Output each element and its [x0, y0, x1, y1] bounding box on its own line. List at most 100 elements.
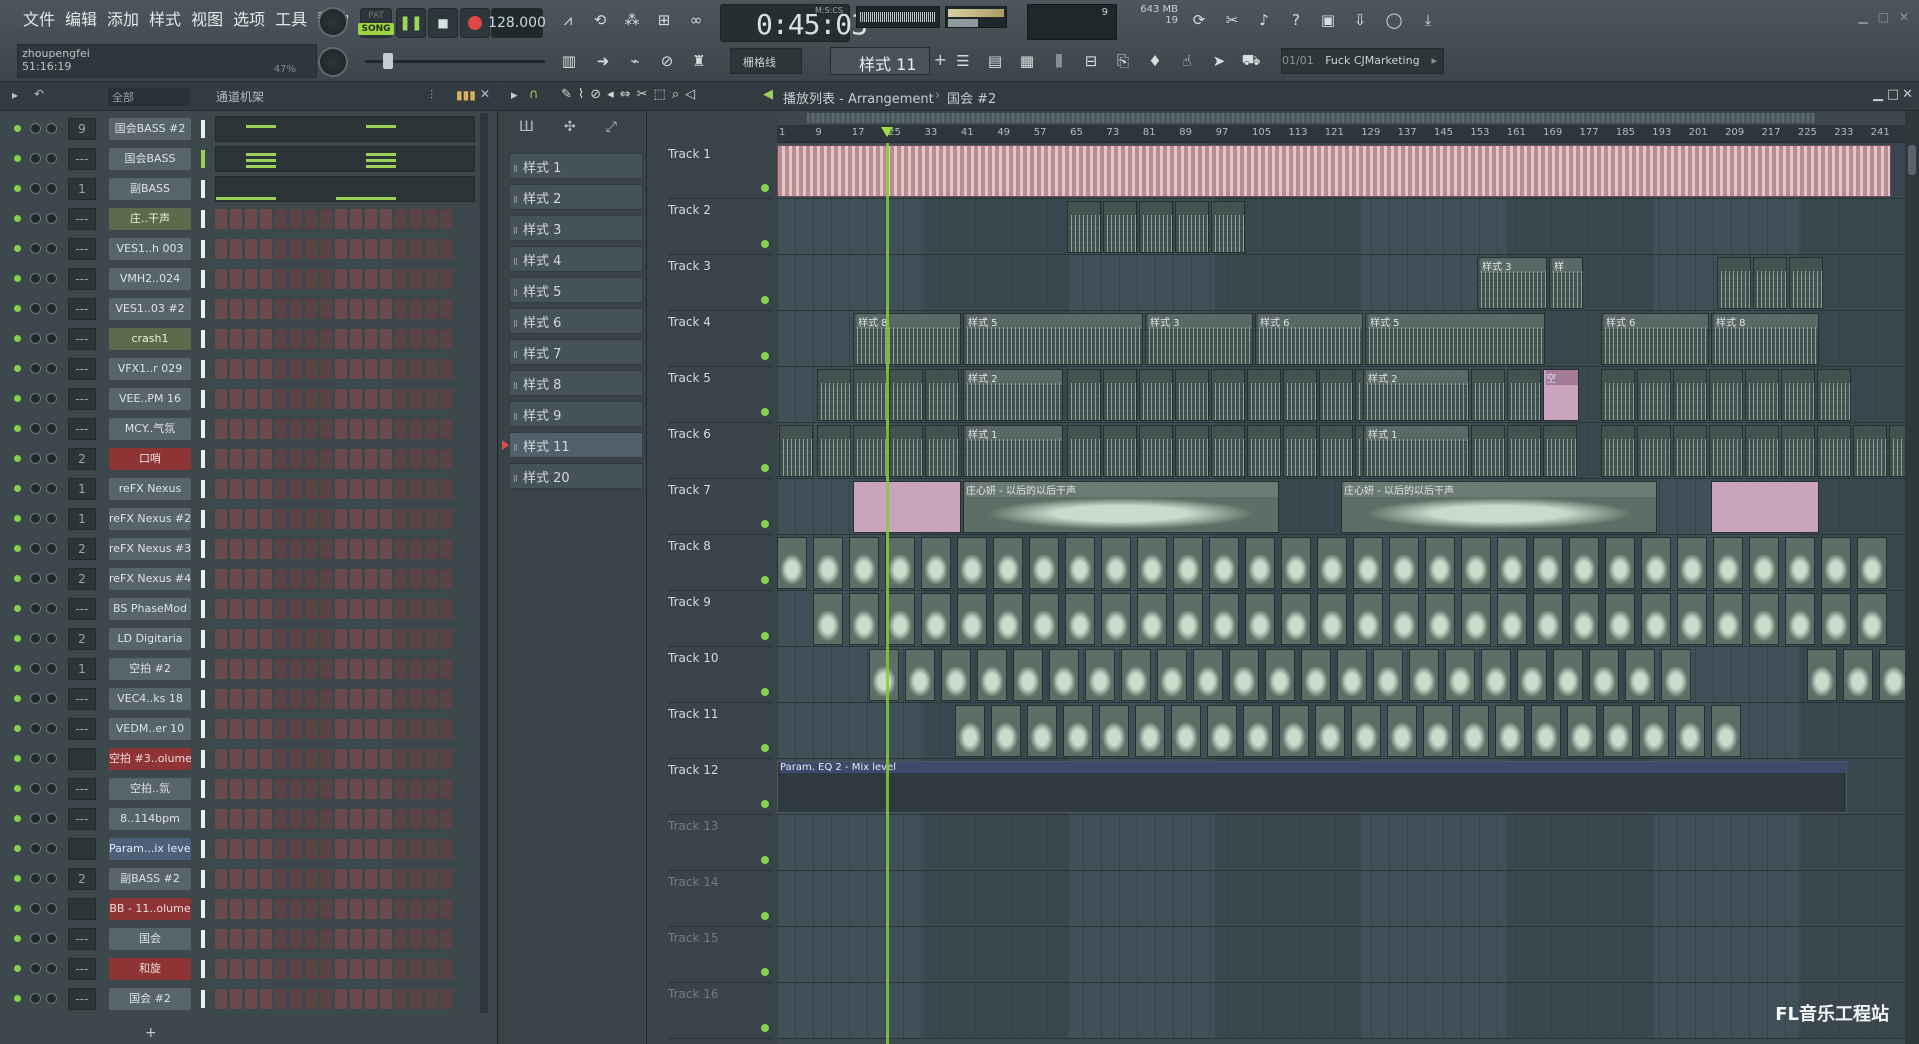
- mixer-track-number[interactable]: ---: [68, 598, 96, 620]
- channel-select-indicator[interactable]: [201, 510, 205, 528]
- step-button[interactable]: [260, 419, 272, 439]
- step-button[interactable]: [230, 809, 242, 829]
- step-button[interactable]: [440, 659, 452, 679]
- playlist-clip[interactable]: [1495, 705, 1525, 757]
- step-button[interactable]: [380, 539, 392, 559]
- step-button[interactable]: [320, 539, 332, 559]
- step-button[interactable]: [260, 599, 272, 619]
- playlist-clip[interactable]: [1821, 537, 1851, 589]
- mute-icon[interactable]: ◂: [607, 87, 614, 102]
- vertical-scrollbar[interactable]: [1905, 111, 1919, 1044]
- track-header[interactable]: Track 11: [668, 703, 773, 759]
- playlist-clip[interactable]: Param. EQ 2 - Mix level: [777, 761, 1847, 813]
- pattern-item[interactable]: Ⅱ 样式 1: [509, 153, 643, 179]
- playlist-clip[interactable]: [1137, 593, 1167, 645]
- channel-led[interactable]: [14, 755, 21, 762]
- playlist-clip[interactable]: [849, 537, 879, 589]
- playlist-clip[interactable]: [1637, 425, 1671, 477]
- step-button[interactable]: [335, 719, 347, 739]
- step-button[interactable]: [365, 749, 377, 769]
- mixer-track-number[interactable]: 1: [68, 508, 96, 530]
- step-button[interactable]: [305, 569, 317, 589]
- step-button[interactable]: [245, 779, 257, 799]
- step-button[interactable]: [335, 299, 347, 319]
- step-button[interactable]: [335, 599, 347, 619]
- playlist-clip[interactable]: [1711, 705, 1741, 757]
- step-button[interactable]: [410, 659, 422, 679]
- step-button[interactable]: [335, 359, 347, 379]
- playlist-clip[interactable]: [1099, 705, 1129, 757]
- step-button[interactable]: [350, 209, 362, 229]
- step-button[interactable]: [230, 299, 242, 319]
- record-button[interactable]: [460, 8, 490, 38]
- playlist-clip[interactable]: [1247, 425, 1281, 477]
- step-button[interactable]: [395, 419, 407, 439]
- step-button[interactable]: [350, 509, 362, 529]
- playlist-clip[interactable]: [1461, 593, 1491, 645]
- channel-name-button[interactable]: reFX Nexus #3: [109, 538, 191, 560]
- step-button[interactable]: [440, 629, 452, 649]
- channel-led[interactable]: [14, 725, 21, 732]
- step-button[interactable]: [260, 269, 272, 289]
- step-button[interactable]: [245, 569, 257, 589]
- link-icon[interactable]: ⊘: [654, 48, 680, 74]
- step-button[interactable]: [395, 689, 407, 709]
- playlist-clip[interactable]: 空: [1543, 369, 1579, 421]
- step-button[interactable]: [305, 419, 317, 439]
- playlist-clip[interactable]: [1085, 649, 1115, 701]
- track-mute-led[interactable]: [761, 912, 769, 920]
- playlist-clip[interactable]: [1423, 705, 1453, 757]
- step-button[interactable]: [365, 299, 377, 319]
- playlist-clip[interactable]: [1471, 425, 1505, 477]
- step-button[interactable]: [305, 689, 317, 709]
- step-button[interactable]: [350, 839, 362, 859]
- playlist-clip[interactable]: [1389, 537, 1419, 589]
- step-button[interactable]: [290, 809, 302, 829]
- track-mute-led[interactable]: [761, 520, 769, 528]
- pattern-item[interactable]: Ⅱ 样式 3: [509, 215, 643, 241]
- step-button[interactable]: [350, 539, 362, 559]
- pan-knob[interactable]: [30, 633, 41, 644]
- channel-select-indicator[interactable]: [201, 300, 205, 318]
- step-button[interactable]: [290, 569, 302, 589]
- send-icon[interactable]: ➤: [1206, 48, 1232, 74]
- playlist-clip[interactable]: [853, 369, 887, 421]
- step-button[interactable]: [275, 779, 287, 799]
- playlist-clip[interactable]: 样式 6: [1255, 313, 1363, 365]
- step-button[interactable]: [320, 959, 332, 979]
- step-button[interactable]: [365, 929, 377, 949]
- playlist-clip[interactable]: [1101, 593, 1131, 645]
- step-button[interactable]: [290, 719, 302, 739]
- step-button[interactable]: [335, 899, 347, 919]
- piano-icon[interactable]: ▤: [982, 48, 1008, 74]
- step-button[interactable]: [320, 779, 332, 799]
- step-button[interactable]: [290, 989, 302, 1009]
- volume-knob[interactable]: [46, 903, 57, 914]
- step-button[interactable]: [395, 629, 407, 649]
- step-button[interactable]: [260, 239, 272, 259]
- step-button[interactable]: [245, 869, 257, 889]
- pattern-item[interactable]: Ⅱ 样式 8: [509, 370, 643, 396]
- step-button[interactable]: [440, 929, 452, 949]
- step-button[interactable]: [320, 239, 332, 259]
- playlist-clip[interactable]: [1753, 257, 1787, 309]
- close-icon[interactable]: ✕: [480, 87, 490, 101]
- step-button[interactable]: [275, 269, 287, 289]
- picker-auto-icon[interactable]: ⤢: [606, 119, 617, 135]
- step-button[interactable]: [365, 689, 377, 709]
- playlist-clip[interactable]: [869, 649, 899, 701]
- playlist-clip[interactable]: [1781, 425, 1815, 477]
- step-button[interactable]: [410, 539, 422, 559]
- step-button[interactable]: [215, 209, 227, 229]
- playlist-clip[interactable]: [1497, 537, 1527, 589]
- playlist-clip[interactable]: [1101, 537, 1131, 589]
- step-button[interactable]: [275, 629, 287, 649]
- step-button[interactable]: [395, 809, 407, 829]
- playlist-clip[interactable]: [1533, 537, 1563, 589]
- channel-name-button[interactable]: 国会BASS #2: [109, 118, 191, 140]
- step-button[interactable]: [320, 719, 332, 739]
- step-button[interactable]: [320, 629, 332, 649]
- step-button[interactable]: [395, 239, 407, 259]
- step-button[interactable]: [215, 809, 227, 829]
- track-mute-led[interactable]: [761, 296, 769, 304]
